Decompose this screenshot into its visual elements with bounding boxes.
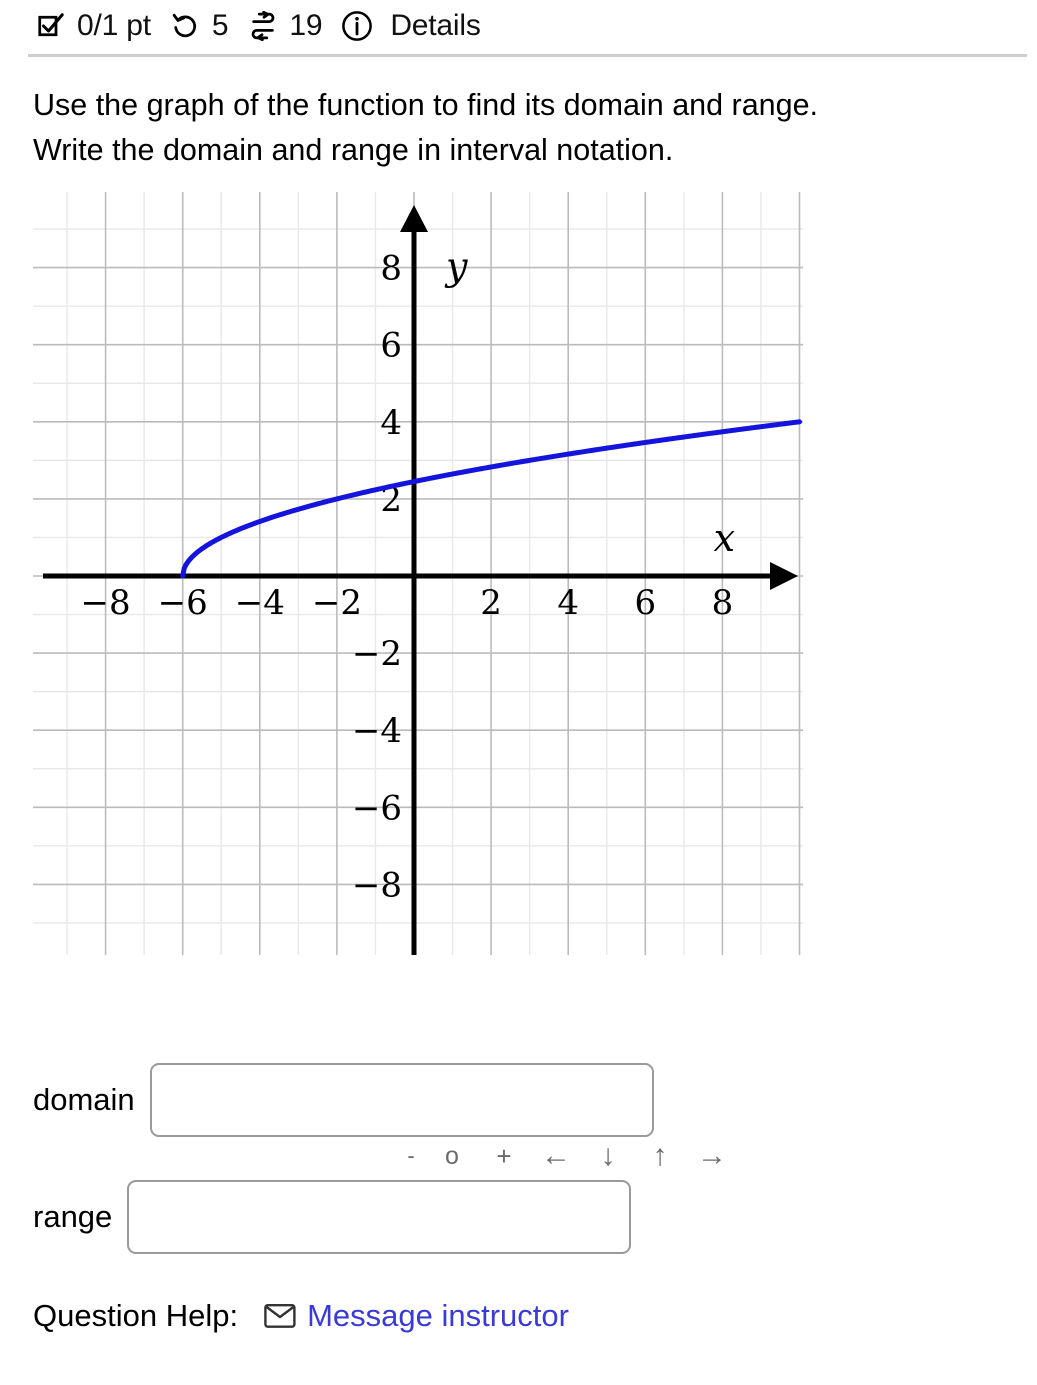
pan-right-button[interactable]: → bbox=[686, 1127, 738, 1185]
graph-canvas: −8 −6 −4 −2 2 4 6 88642−2−4−6−8 yx bbox=[33, 192, 803, 956]
question-prompt: Use the graph of the function to find it… bbox=[33, 83, 1023, 173]
domain-label: domain bbox=[33, 1082, 135, 1118]
svg-text:−4: −4 bbox=[235, 583, 285, 623]
attempts-count: 5 bbox=[211, 9, 229, 42]
range-label: range bbox=[33, 1199, 113, 1235]
graph-zoom-pan-controls[interactable]: - o + ← ↓ ↑ → bbox=[396, 1127, 738, 1185]
svg-text:−8: −8 bbox=[352, 866, 402, 906]
svg-text:−6: −6 bbox=[158, 583, 208, 623]
zoom-in-button[interactable]: + bbox=[478, 1127, 530, 1185]
svg-text:2: 2 bbox=[480, 583, 502, 623]
svg-text:4: 4 bbox=[380, 403, 402, 443]
svg-text:6: 6 bbox=[380, 326, 402, 366]
svg-text:−4: −4 bbox=[352, 711, 402, 751]
svg-text:6: 6 bbox=[634, 583, 656, 623]
checkbox-checked-icon bbox=[34, 10, 67, 43]
svg-text:8: 8 bbox=[380, 249, 402, 289]
svg-text:y: y bbox=[444, 245, 468, 289]
axis-lines bbox=[43, 205, 798, 956]
exchange-arrows-icon bbox=[246, 10, 279, 43]
zoom-out-button[interactable]: - bbox=[396, 1127, 426, 1185]
undo-arrow-icon bbox=[169, 10, 202, 43]
pan-left-button[interactable]: ← bbox=[530, 1127, 582, 1185]
pan-up-button[interactable]: ↑ bbox=[634, 1127, 686, 1185]
info-circle-icon[interactable] bbox=[340, 10, 373, 43]
svg-text:−8: −8 bbox=[81, 583, 131, 623]
zoom-reset-button[interactable]: o bbox=[426, 1127, 478, 1185]
svg-text:4: 4 bbox=[557, 583, 579, 623]
svg-text:−2: −2 bbox=[352, 634, 402, 674]
function-graph[interactable]: −8 −6 −4 −2 2 4 6 8 8 6 4 2 −2 −4 −6 −8 yx - o + ← ↓ ↑ → bbox=[0, 187, 1037, 1172]
prompt-line-1: Use the graph of the function to find it… bbox=[33, 88, 819, 122]
range-input[interactable] bbox=[127, 1180, 632, 1255]
question-help-label: Question Help: bbox=[33, 1298, 239, 1334]
message-instructor-link[interactable]: Message instructor bbox=[307, 1298, 569, 1334]
domain-input[interactable] bbox=[149, 1063, 654, 1138]
svg-text:x: x bbox=[714, 516, 735, 560]
domain-row: domain bbox=[33, 1063, 1037, 1138]
score-text: 0/1 pt bbox=[77, 9, 151, 42]
question-help: Question Help: Message instructor bbox=[33, 1298, 1037, 1334]
svg-text:−2: −2 bbox=[312, 583, 362, 623]
envelope-icon[interactable] bbox=[264, 1303, 296, 1329]
axis-name-labels: yx bbox=[444, 245, 735, 560]
pan-down-button[interactable]: ↓ bbox=[582, 1127, 634, 1185]
range-row: range bbox=[33, 1180, 1037, 1255]
status-bar: 0/1 pt 5 19 Details bbox=[0, 0, 1037, 46]
svg-text:8: 8 bbox=[712, 583, 734, 623]
tries-count: 19 bbox=[289, 9, 323, 42]
details-link[interactable]: Details bbox=[390, 11, 481, 41]
svg-text:−6: −6 bbox=[352, 789, 402, 829]
prompt-line-2: Write the domain and range in interval n… bbox=[33, 133, 674, 168]
header-divider bbox=[28, 54, 1027, 57]
